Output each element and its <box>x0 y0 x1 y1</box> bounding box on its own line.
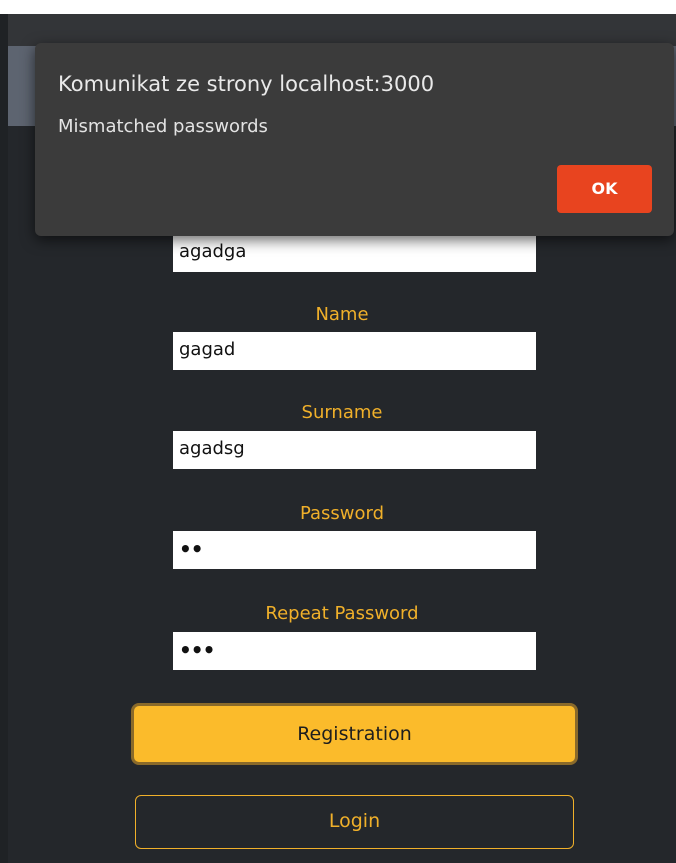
top-band <box>0 0 676 14</box>
ok-button[interactable]: OK <box>557 165 652 213</box>
password-masked-value: •• <box>179 537 204 561</box>
password-input[interactable]: •• <box>173 531 536 569</box>
surname-label: Surname <box>301 402 383 423</box>
login-button[interactable]: Login <box>135 795 574 849</box>
repeat-password-label: Repeat Password <box>265 603 419 624</box>
registration-button[interactable]: Registration <box>131 703 578 765</box>
repeat-password-input[interactable]: ••• <box>173 632 536 670</box>
dialog-message: Mismatched passwords <box>58 116 268 137</box>
surname-value: agadsg <box>179 438 245 459</box>
repeat-password-masked-value: ••• <box>179 638 215 662</box>
dialog-title: Komunikat ze strony localhost:3000 <box>58 72 435 96</box>
first-field-input[interactable]: agadga <box>173 234 536 272</box>
name-value: gagad <box>179 339 236 360</box>
browser-toolbar <box>8 14 676 46</box>
alert-dialog: Komunikat ze strony localhost:3000 Misma… <box>35 43 674 236</box>
password-label: Password <box>299 503 385 524</box>
surname-input[interactable]: agadsg <box>173 431 536 469</box>
first-field-value: agadga <box>179 241 247 262</box>
name-input[interactable]: gagad <box>173 332 536 370</box>
name-label: Name <box>315 304 369 325</box>
